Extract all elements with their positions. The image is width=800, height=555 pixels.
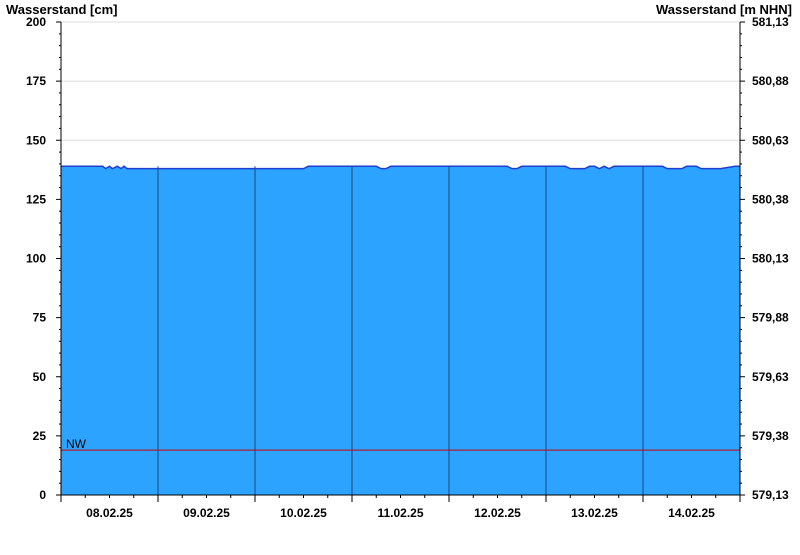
chart-root: Wasserstand [cm] Wasserstand [m NHN] NW 0… <box>0 0 800 550</box>
y-tick-label-left: 150 <box>26 133 46 147</box>
y-tick-label-right: 579,88 <box>752 311 789 325</box>
nw-label: NW <box>66 437 87 451</box>
water-level-area <box>61 166 740 495</box>
y-tick-label-left: 0 <box>39 488 46 502</box>
x-tick-label: 12.02.25 <box>474 506 521 520</box>
x-tick-label: 09.02.25 <box>183 506 230 520</box>
y-tick-label-left: 175 <box>26 74 46 88</box>
y-tick-label-left: 200 <box>26 15 46 29</box>
water-level-chart: Wasserstand [cm] Wasserstand [m NHN] NW0… <box>6 2 792 520</box>
y-tick-label-right: 580,13 <box>752 252 789 266</box>
y-tick-label-left: 100 <box>26 252 46 266</box>
y-tick-label-left: 75 <box>33 311 47 325</box>
y-tick-label-right: 580,88 <box>752 74 789 88</box>
x-tick-label: 13.02.25 <box>571 506 618 520</box>
y-tick-label-right: 579,63 <box>752 370 789 384</box>
y-tick-label-left: 125 <box>26 192 46 206</box>
y-tick-label-right: 581,13 <box>752 15 789 29</box>
y-tick-label-right: 579,13 <box>752 488 789 502</box>
y-tick-label-right: 580,38 <box>752 192 789 206</box>
x-tick-label: 11.02.25 <box>377 506 423 520</box>
y-tick-label-left: 25 <box>33 429 47 443</box>
y-axis-title-left: Wasserstand [cm] <box>6 2 118 17</box>
x-tick-label: 14.02.25 <box>668 506 715 520</box>
y-tick-label-right: 579,38 <box>752 429 789 443</box>
x-tick-label: 08.02.25 <box>86 506 133 520</box>
y-tick-label-left: 50 <box>33 370 47 384</box>
x-tick-label: 10.02.25 <box>280 506 327 520</box>
y-tick-label-right: 580,63 <box>752 133 789 147</box>
plot-layer: NW 0 25 50 75 100 125 150 175 200 579,13 579,38 579,… <box>26 15 789 520</box>
